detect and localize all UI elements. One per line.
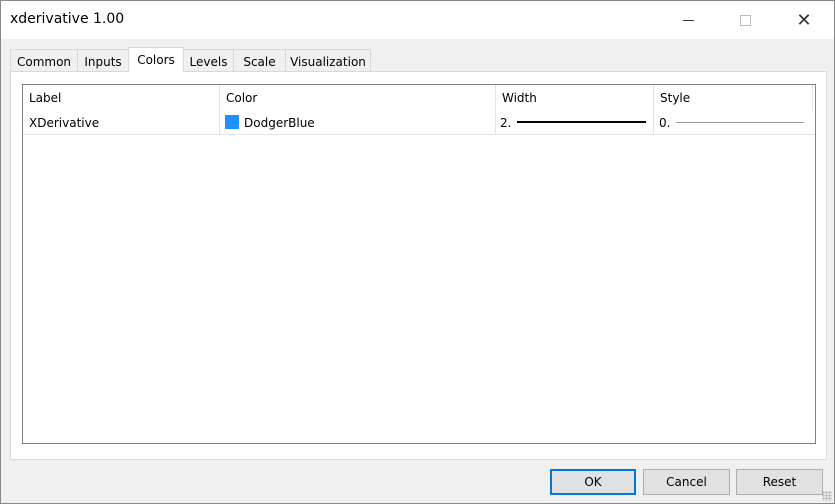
style-select[interactable]: 0. <box>654 111 813 134</box>
tab-colors[interactable]: Colors <box>128 47 184 72</box>
column-header-color[interactable]: Color <box>220 85 496 111</box>
cancel-button[interactable]: Cancel <box>643 469 730 495</box>
width-line-preview <box>517 121 646 123</box>
title-bar: xderivative 1.00 ✕ <box>1 1 834 39</box>
window-title: xderivative 1.00 <box>10 11 125 27</box>
maximize-button <box>722 1 768 39</box>
resize-grip-icon[interactable] <box>822 491 832 501</box>
column-header-width[interactable]: Width <box>496 85 654 111</box>
column-header-label[interactable]: Label <box>23 85 220 111</box>
color-name: DodgerBlue <box>244 116 315 130</box>
colors-list: Label Color Width Style XDerivative Dodg… <box>22 84 816 444</box>
tab-visualization[interactable]: Visualization <box>285 49 371 72</box>
close-icon: ✕ <box>796 9 812 31</box>
table-row[interactable]: XDerivative DodgerBlue 2. 0. <box>23 111 815 135</box>
list-header: Label Color Width Style <box>23 85 815 111</box>
style-line-preview <box>676 122 804 123</box>
ok-button[interactable]: OK <box>550 469 636 495</box>
tab-scale[interactable]: Scale <box>233 49 286 72</box>
reset-button[interactable]: Reset <box>736 469 823 495</box>
color-picker[interactable]: DodgerBlue <box>220 111 496 134</box>
close-button[interactable]: ✕ <box>781 1 827 39</box>
row-label: XDerivative <box>23 111 220 134</box>
minimize-icon <box>682 19 694 21</box>
tab-levels[interactable]: Levels <box>183 49 234 72</box>
width-value: 2. <box>500 116 512 130</box>
tab-common[interactable]: Common <box>10 49 78 72</box>
dialog-window: xderivative 1.00 ✕ Common Inputs Colors … <box>0 0 835 504</box>
style-value: 0. <box>659 116 671 130</box>
color-swatch <box>225 115 239 129</box>
minimize-button[interactable] <box>665 1 711 39</box>
tab-inputs[interactable]: Inputs <box>77 49 129 72</box>
column-header-style[interactable]: Style <box>654 85 813 111</box>
maximize-icon <box>739 14 751 26</box>
width-select[interactable]: 2. <box>496 111 654 134</box>
